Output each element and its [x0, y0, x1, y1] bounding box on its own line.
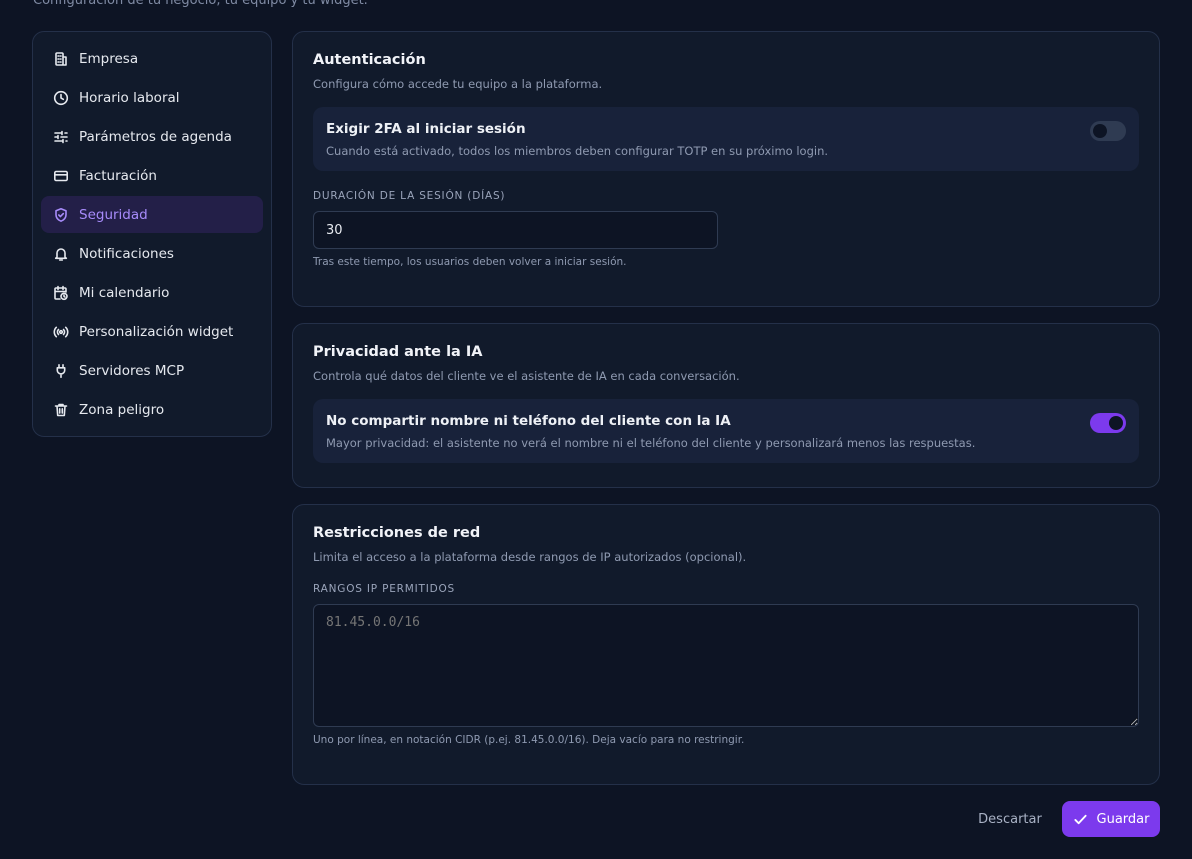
sliders-icon: [53, 129, 69, 145]
sidebar-item-notificaciones[interactable]: Notificaciones: [41, 235, 263, 272]
save-button[interactable]: Guardar: [1062, 801, 1160, 837]
ai-privacy-row: No compartir nombre ni teléfono del clie…: [313, 399, 1139, 463]
sidebar-item-mcp[interactable]: Servidores MCP: [41, 352, 263, 389]
sidebar-item-calendario[interactable]: Mi calendario: [41, 274, 263, 311]
credit-card-icon: [53, 168, 69, 184]
sidebar-item-label: Empresa: [79, 50, 139, 67]
sidebar-item-label: Facturación: [79, 167, 157, 184]
sidebar-item-label: Personalización widget: [79, 323, 234, 340]
sidebar-item-label: Servidores MCP: [79, 362, 185, 379]
ai-privacy-title: No compartir nombre ni teléfono del clie…: [326, 413, 731, 429]
sidebar-item-label: Notificaciones: [79, 245, 174, 262]
auth-title: Autenticación: [313, 52, 426, 68]
toggle-knob: [1109, 416, 1123, 430]
broadcast-icon: [53, 324, 69, 340]
discard-button[interactable]: Descartar: [972, 802, 1048, 836]
ai-privacy-toggle[interactable]: [1090, 413, 1126, 433]
session-duration-hint: Tras este tiempo, los usuarios deben vol…: [313, 256, 627, 268]
ip-ranges-textarea[interactable]: [313, 604, 1139, 727]
trash-icon: [53, 402, 69, 418]
twofa-row: Exigir 2FA al iniciar sesión Cuando está…: [313, 107, 1139, 171]
ip-ranges-label: Rangos IP permitidos: [313, 583, 456, 595]
calendar-clock-icon: [53, 285, 69, 301]
sidebar-item-seguridad[interactable]: Seguridad: [41, 196, 263, 233]
sidebar-item-empresa[interactable]: Empresa: [41, 40, 263, 77]
sidebar-item-parametros[interactable]: Parámetros de agenda: [41, 118, 263, 155]
toggle-knob: [1093, 124, 1107, 138]
twofa-toggle[interactable]: [1090, 121, 1126, 141]
plug-icon: [53, 363, 69, 379]
twofa-description: Cuando está activado, todos los miembros…: [326, 144, 829, 158]
network-card: Restricciones de red Limita el acceso a …: [292, 504, 1160, 785]
network-description: Limita el acceso a la plataforma desde r…: [313, 550, 747, 564]
building-icon: [53, 51, 69, 67]
bell-icon: [53, 246, 69, 262]
sidebar-item-label: Parámetros de agenda: [79, 128, 232, 145]
shield-check-icon: [53, 207, 69, 223]
clock-icon: [53, 90, 69, 106]
privacy-title: Privacidad ante la IA: [313, 344, 483, 360]
sidebar-item-label: Horario laboral: [79, 89, 180, 106]
sidebar-item-zona-peligro[interactable]: Zona peligro: [41, 391, 263, 428]
ip-ranges-hint: Uno por línea, en notación CIDR (p.ej. 8…: [313, 734, 745, 746]
twofa-title: Exigir 2FA al iniciar sesión: [326, 121, 526, 137]
sidebar-item-label: Mi calendario: [79, 284, 170, 301]
auth-card: Autenticación Configura cómo accede tu e…: [292, 31, 1160, 307]
privacy-card: Privacidad ante la IA Controla qué datos…: [292, 323, 1160, 488]
save-button-label: Guardar: [1096, 811, 1150, 827]
sidebar-item-label: Zona peligro: [79, 401, 165, 418]
sidebar-item-facturacion[interactable]: Facturación: [41, 157, 263, 194]
sidebar-item-label: Seguridad: [79, 206, 148, 223]
sidebar-item-widget[interactable]: Personalización widget: [41, 313, 263, 350]
check-icon: [1073, 814, 1087, 824]
session-duration-input[interactable]: [313, 211, 718, 249]
network-title: Restricciones de red: [313, 525, 481, 541]
page-subtitle: Configuración de tu negocio, tu equipo y…: [33, 0, 368, 8]
settings-sidebar: Empresa Horario laboral Parámetros de ag…: [32, 31, 272, 437]
auth-description: Configura cómo accede tu equipo a la pla…: [313, 77, 603, 91]
sidebar-item-horario[interactable]: Horario laboral: [41, 79, 263, 116]
privacy-description: Controla qué datos del cliente ve el asi…: [313, 369, 740, 383]
session-duration-label: Duración de la sesión (días): [313, 190, 506, 202]
ai-privacy-description: Mayor privacidad: el asistente no verá e…: [326, 436, 976, 450]
